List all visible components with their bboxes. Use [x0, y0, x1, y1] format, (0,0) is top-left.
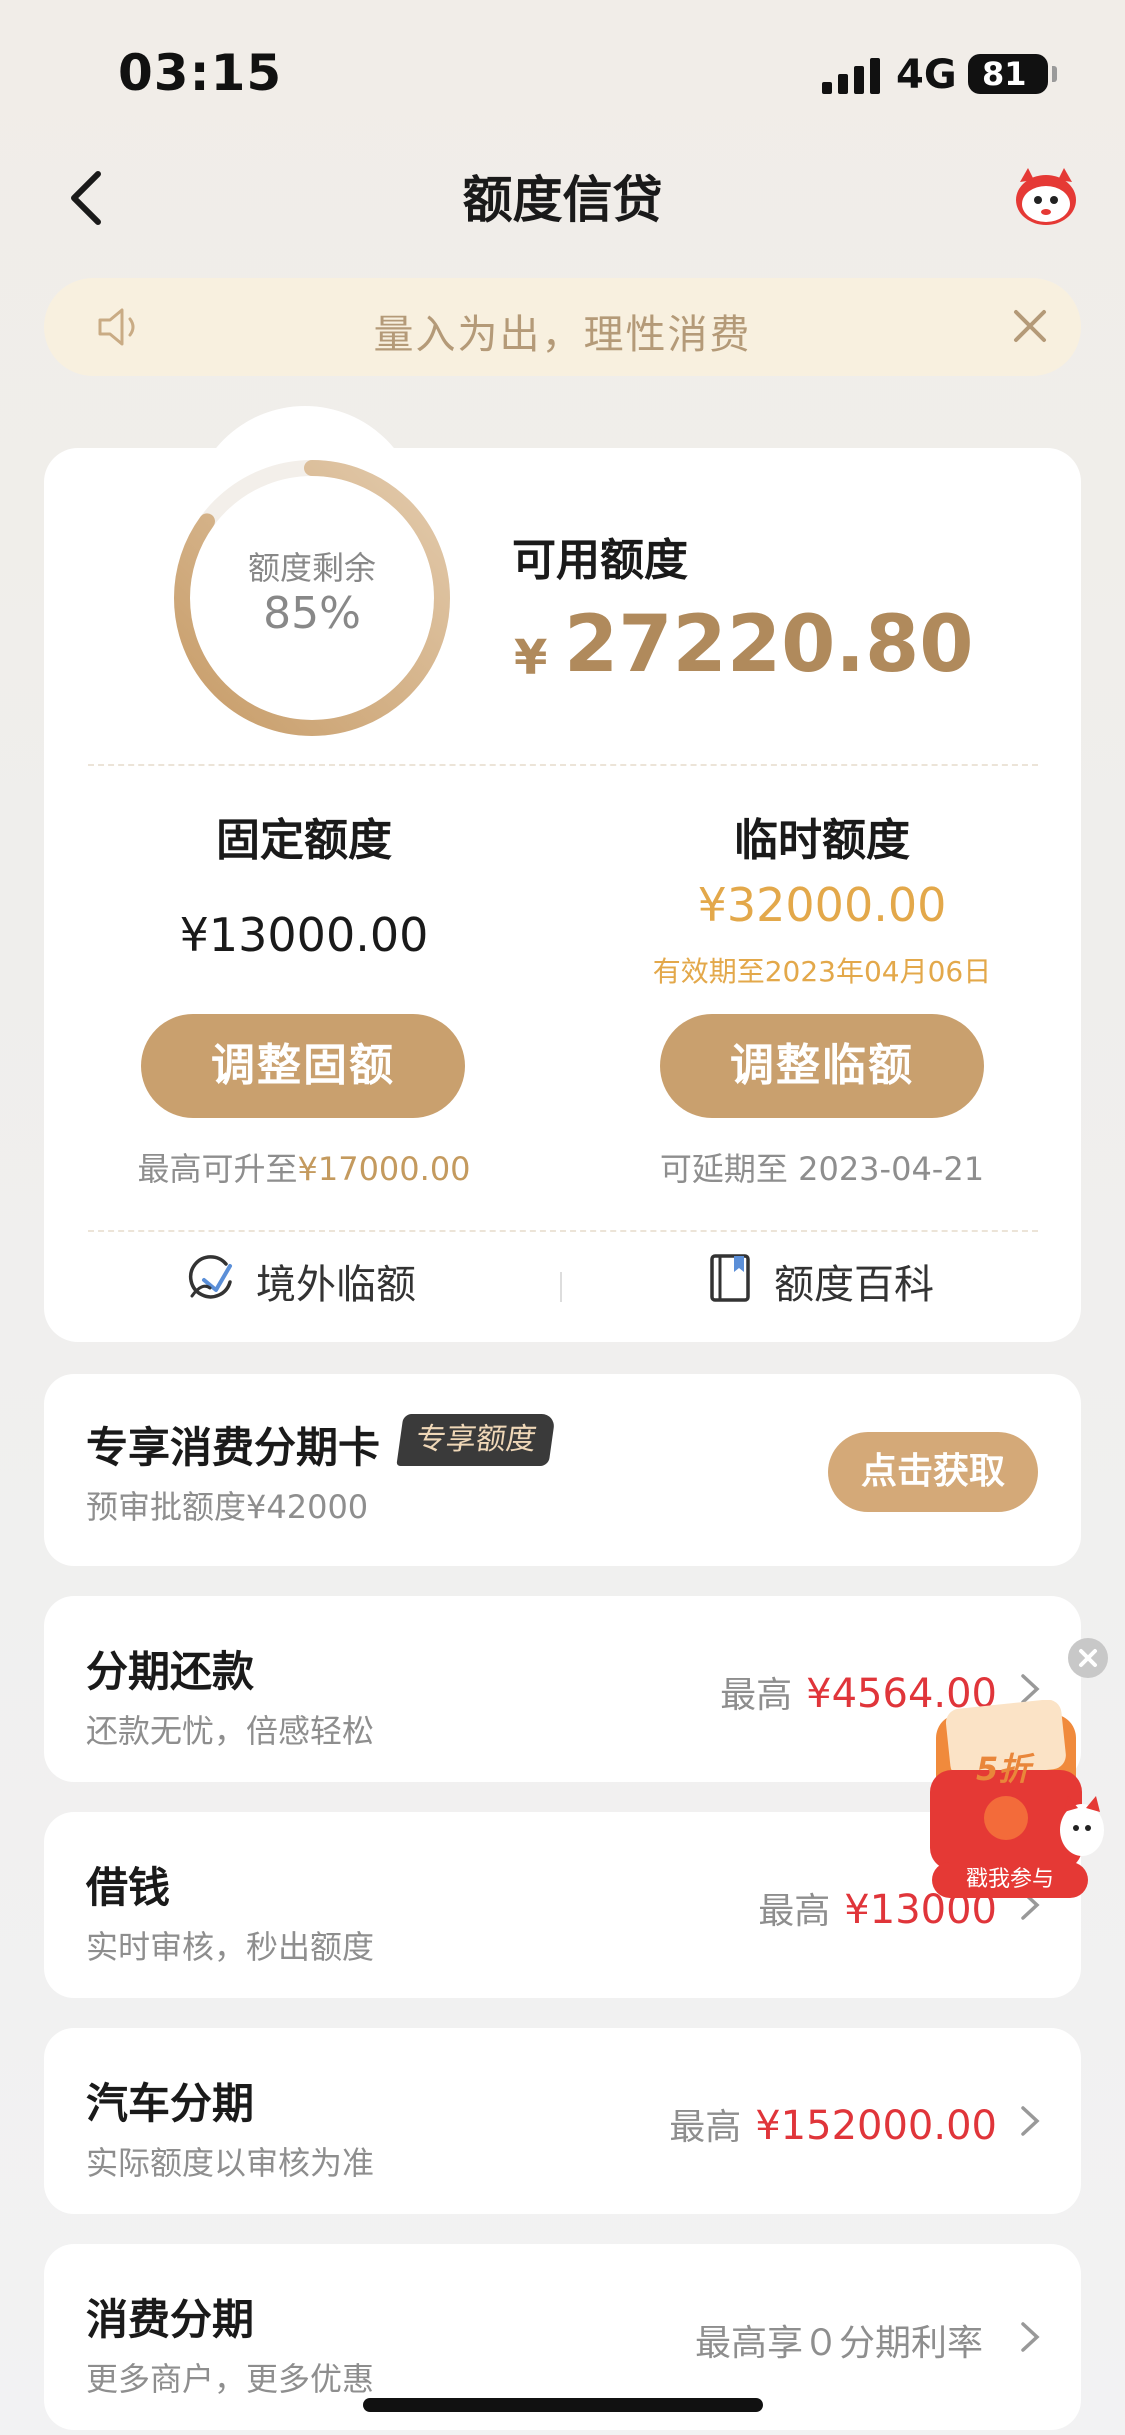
temporary-title: 临时额度 — [734, 815, 910, 866]
chevron-right-icon — [1021, 2106, 1040, 2136]
fixed-amount: ¥13000.00 — [179, 908, 429, 962]
ring-label: 额度剩余 — [247, 549, 376, 587]
home-indicator — [363, 2398, 763, 2412]
promo-label: 戳我参与 — [932, 1862, 1088, 1898]
exclusive-sub: 预审批额度¥42000 — [86, 1488, 369, 1526]
link-divider — [560, 1272, 562, 1302]
ring-percent: 85% — [263, 588, 361, 639]
temporary-amount: ¥32000.00 — [697, 878, 947, 932]
car-installment-row[interactable]: 汽车分期 实际额度以审核为准 最高 ¥152000.00 — [44, 2028, 1081, 2214]
row-title: 分期还款 — [86, 1647, 255, 1696]
row-right-label: 最高 — [720, 1675, 793, 1716]
get-now-button[interactable]: 点击获取 — [828, 1432, 1038, 1512]
exclusive-badge: 专享额度 — [396, 1414, 556, 1466]
row-right-label: 最高享０分期利率 — [694, 2323, 983, 2364]
notice-text: 量入为出，理性消费 — [373, 312, 752, 358]
row-sub: 实时审核，秒出额度 — [86, 1928, 375, 1966]
row-right: 最高享０分期利率 — [695, 2314, 997, 2366]
exclusive-title: 专享消费分期卡 — [86, 1423, 381, 1472]
notice-banner: 量入为出，理性消费 — [44, 278, 1081, 376]
battery-icon: 81 — [968, 54, 1057, 94]
available-currency: ¥ — [514, 630, 548, 686]
limit-wiki-link[interactable]: 额度百科 — [708, 1248, 988, 1308]
row-sub: 更多商户，更多优惠 — [86, 2360, 375, 2398]
book-icon — [710, 1254, 750, 1302]
overseas-limit-link[interactable]: 境外临额 — [186, 1248, 446, 1308]
overseas-plane-icon — [188, 1255, 232, 1299]
exclusive-installment-card[interactable]: 专享消费分期卡 专享额度 预审批额度¥42000 点击获取 — [44, 1374, 1081, 1566]
divider — [88, 764, 1038, 766]
temporary-note: 可延期至 2023-04-21 — [659, 1150, 985, 1188]
row-right-label: 最高 — [669, 2107, 742, 2148]
wiki-label: 额度百科 — [774, 1262, 934, 1308]
promo-discount: 5折 — [976, 1750, 1031, 1788]
fixed-note-value: ¥17000.00 — [297, 1150, 471, 1188]
adjust-fixed-button[interactable]: 调整固额 — [141, 1014, 465, 1118]
chevron-right-icon — [1021, 2322, 1040, 2352]
adjust-temporary-button[interactable]: 调整临额 — [660, 1014, 984, 1118]
row-title: 汽车分期 — [86, 2079, 255, 2128]
row-right-value: ¥152000.00 — [755, 2103, 997, 2149]
divider — [88, 1230, 1038, 1232]
fixed-note-prefix: 最高可升至 — [137, 1150, 298, 1188]
temporary-expiry: 有效期至2023年04月06日 — [652, 955, 992, 988]
row-sub: 还款无忧，倍感轻松 — [86, 1712, 375, 1750]
credit-summary-card: 额度剩余 85% 可用额度 ¥ 27220.80 固定额度 ¥13000.00 … — [44, 448, 1081, 1342]
signal-icon — [822, 56, 882, 94]
available-label: 可用额度 — [512, 535, 688, 586]
overseas-label: 境外临额 — [256, 1262, 416, 1308]
available-amount: 27220.80 — [564, 600, 974, 690]
row-title: 消费分期 — [86, 2295, 255, 2344]
row-title: 借钱 — [86, 1863, 171, 1912]
page-title: 额度信贷 — [462, 171, 663, 229]
promo-close-button[interactable] — [1068, 1638, 1108, 1678]
fixed-title: 固定额度 — [216, 815, 392, 866]
mascot-service-icon[interactable] — [1012, 166, 1080, 228]
fixed-note: 最高可升至¥17000.00 — [44, 1144, 564, 1190]
close-icon — [1079, 1649, 1097, 1667]
close-icon[interactable] — [1008, 304, 1052, 348]
status-time: 03:15 — [118, 44, 283, 102]
row-right-label: 最高 — [758, 1891, 831, 1932]
row-right: 最高 ¥152000.00 — [669, 2098, 997, 2150]
row-sub: 实际额度以审核为准 — [86, 2144, 375, 2182]
network-type: 4G — [896, 52, 957, 98]
